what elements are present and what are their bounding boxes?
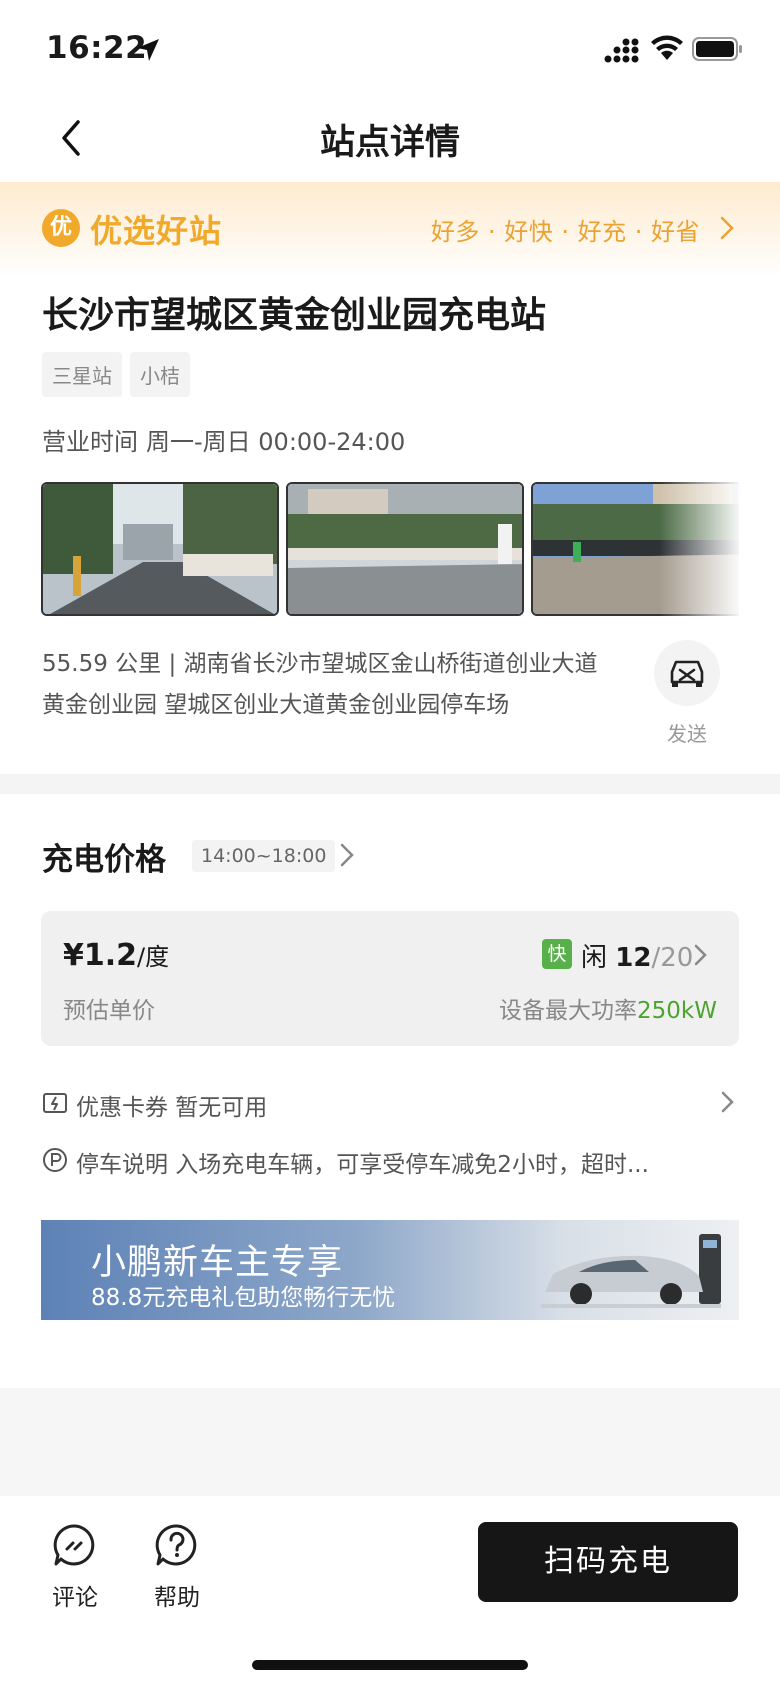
help-button[interactable]: 帮助 [142, 1522, 212, 1612]
section-divider [0, 774, 780, 794]
business-hours-label: 营业时间 [42, 428, 138, 456]
max-power-label: 设备最大功率 [499, 998, 638, 1024]
cellular-signal-icon [604, 38, 639, 63]
premium-slogan: 好多 · 好快 · 好充 · 好省 [430, 218, 700, 246]
idle-label: 闲 [581, 943, 608, 973]
station-photo[interactable] [286, 482, 524, 616]
total-count: /20 [651, 943, 694, 973]
charger-availability: 闲 12/20 [581, 937, 693, 974]
max-power: 设备最大功率250kW [499, 991, 717, 1025]
station-photo[interactable] [41, 482, 279, 616]
nav-bar: 站点详情 [0, 96, 780, 182]
price-sub-label: 预估单价 [63, 998, 155, 1024]
coupon-icon [43, 1093, 67, 1113]
wifi-icon [651, 35, 683, 60]
gallery-fade-overlay [659, 482, 739, 616]
price-time-range[interactable]: 14:00~18:00 [192, 840, 336, 872]
car-icon [670, 660, 704, 687]
parking-text: 停车说明 入场充电车辆，可享受停车减免2小时，超时... [76, 1152, 649, 1178]
page-title: 站点详情 [319, 123, 460, 163]
price-section-title: 充电价格 [42, 842, 166, 878]
premium-station-banner[interactable]: 优 优选好站 好多 · 好快 · 好充 · 好省 [0, 182, 780, 276]
price-unit: /度 [137, 943, 170, 971]
help-label: 帮助 [154, 1585, 200, 1611]
chevron-right-icon [720, 216, 734, 240]
chevron-right-icon [721, 1091, 734, 1113]
send-to-car-button[interactable] [654, 640, 720, 706]
fast-charge-badge: 快 [542, 939, 572, 969]
content-end-spacer [0, 1388, 780, 1496]
battery-icon [692, 37, 742, 61]
comment-label: 评论 [52, 1585, 98, 1611]
status-time: 16:22 [46, 30, 148, 66]
chevron-right-icon[interactable] [693, 943, 709, 967]
parking-icon [43, 1148, 67, 1172]
business-hours: 营业时间 周一-周日 00:00-24:00 [42, 422, 413, 457]
station-tag: 小桔 [130, 352, 190, 397]
station-address: 55.59 公里 | 湖南省长沙市望城区金山桥街道创业大道黄金创业园 望城区创业… [42, 651, 598, 718]
comment-icon [53, 1524, 95, 1566]
station-tags: 三星站 小桔 [42, 352, 190, 397]
station-name: 长沙市望城区黄金创业园充电站 [42, 295, 547, 336]
max-power-value: 250kW [637, 998, 717, 1024]
price-card[interactable]: ¥1.2/度 预估单价 快 闲 12/20 设备最大功率250kW [41, 911, 739, 1046]
status-bar: 16:22 [0, 0, 780, 96]
home-indicator[interactable] [252, 1660, 528, 1670]
parking-row[interactable]: 停车说明 入场充电车辆，可享受停车减免2小时，超时... [42, 1145, 742, 1178]
ad-banner-subtitle: 88.8元充电礼包助您畅行无忧 [91, 1285, 396, 1311]
unit-price: ¥1.2/度 [63, 937, 169, 973]
premium-title: 优选好站 [90, 212, 223, 250]
station-photo-gallery[interactable] [41, 482, 739, 616]
car-illustration [541, 1234, 721, 1308]
price-amount: ¥1.2 [63, 938, 138, 973]
coupon-text: 优惠卡券 暂无可用 [76, 1095, 268, 1121]
business-hours-value: 周一-周日 00:00-24:00 [146, 428, 406, 456]
send-label: 发送 [667, 722, 707, 746]
idle-count: 12 [615, 943, 652, 973]
location-arrow-icon [137, 39, 159, 61]
chevron-right-icon[interactable] [338, 842, 356, 868]
premium-badge-icon: 优 [42, 209, 80, 247]
help-icon [155, 1524, 197, 1566]
promo-ad-banner[interactable]: 小鹏新车主专享 88.8元充电礼包助您畅行无忧 [41, 1220, 739, 1320]
station-tag: 三星站 [42, 352, 122, 397]
comment-button[interactable]: 评论 [40, 1522, 110, 1612]
coupon-row[interactable]: 优惠卡券 暂无可用 [42, 1088, 742, 1121]
scan-to-charge-button[interactable]: 扫码充电 [478, 1522, 738, 1602]
